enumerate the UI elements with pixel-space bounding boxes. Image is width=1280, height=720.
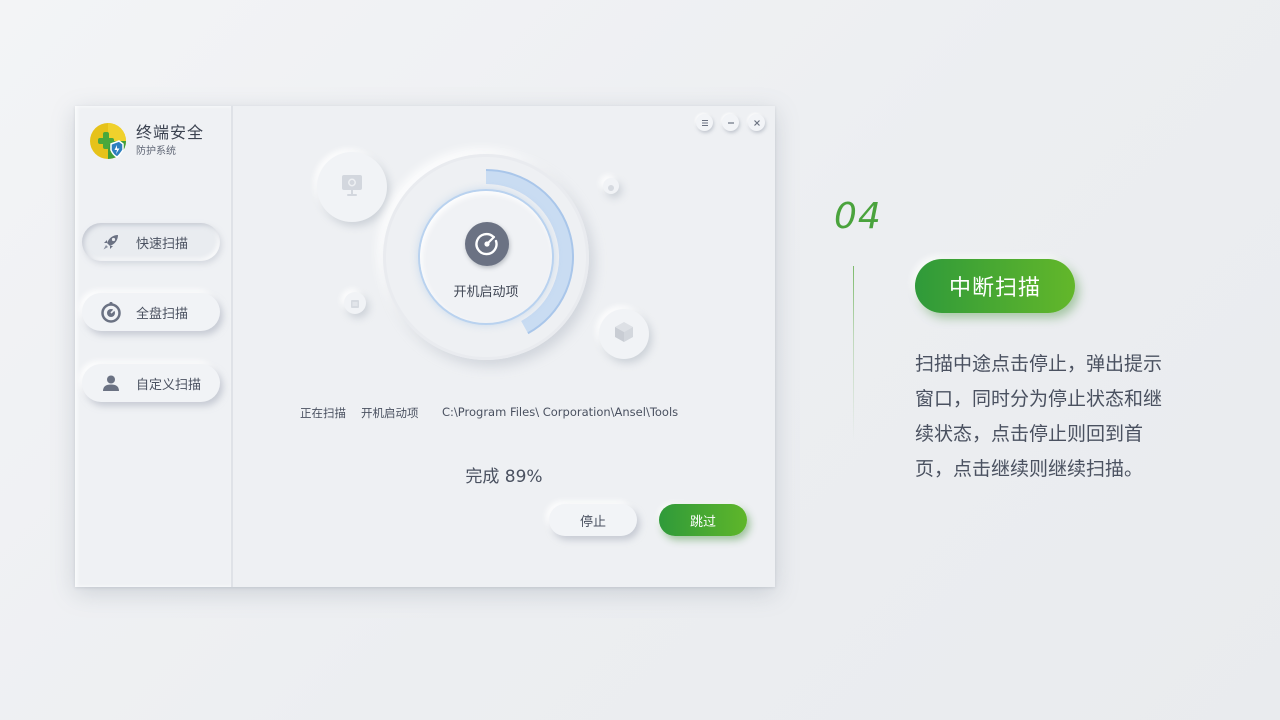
sidebar-item-label: 全盘扫描 (136, 306, 189, 322)
rocket-icon (100, 231, 122, 253)
minimize-icon[interactable] (722, 114, 739, 131)
sidebar: 终端安全 防护系统 快速扫描 全盘扫描 自定义扫描 (75, 106, 233, 587)
feature-title-badge: 中断扫描 (915, 259, 1075, 313)
close-icon[interactable] (748, 114, 765, 131)
sidebar-item-quick-scan[interactable]: 快速扫描 (82, 223, 220, 261)
scan-center-label: 开机启动项 (453, 285, 519, 300)
app-subtitle: 防护系统 (136, 146, 176, 157)
sidebar-item-label: 快速扫描 (136, 236, 189, 252)
gauge-icon (100, 301, 122, 323)
sidebar-item-full-scan[interactable]: 全盘扫描 (82, 293, 220, 331)
scan-current-item: 开机启动项 (361, 406, 419, 420)
feature-description: 扫描中途点击停止，弹出提示窗口，同时分为停止状态和继续状态，点击停止则回到首页，… (915, 353, 1163, 480)
divider-line (853, 266, 854, 441)
cube-icon (612, 320, 636, 348)
monitor-bubble (317, 152, 387, 222)
menu-icon[interactable] (696, 114, 713, 131)
app-window: 终端安全 防护系统 快速扫描 全盘扫描 自定义扫描 开机启动项 正在扫描 开机启… (75, 106, 775, 587)
monitor-icon (339, 172, 365, 202)
scan-complete-text: 完成 89% (465, 467, 543, 487)
scan-center: 开机启动项 (420, 191, 552, 323)
brand-logo-icon (89, 122, 127, 160)
sidebar-item-custom-scan[interactable]: 自定义扫描 (82, 364, 220, 402)
user-icon (100, 372, 122, 394)
sidebar-item-label: 自定义扫描 (136, 377, 202, 393)
app-title: 终端安全 (136, 123, 205, 142)
skip-button[interactable]: 跳过 (659, 504, 747, 536)
document-icon (350, 294, 360, 313)
scan-progress-ring: 开机启动项 (383, 154, 589, 360)
main-panel: 开机启动项 正在扫描 开机启动项 C:\Program Files\ Corpo… (233, 106, 775, 587)
scan-target-icon (465, 222, 509, 266)
scan-current-path: C:\Program Files\ Corporation\Ansel\Tool… (442, 405, 679, 419)
dot-icon (607, 177, 615, 196)
tiny-bubble (603, 178, 619, 194)
step-number: 04 (834, 196, 882, 237)
brand: 终端安全 防护系统 (89, 122, 204, 160)
stop-button[interactable]: 停止 (549, 504, 637, 536)
cube-bubble (599, 309, 649, 359)
window-controls (696, 114, 765, 131)
small-bubble (344, 292, 366, 314)
scan-status-prefix: 正在扫描 (300, 406, 346, 420)
